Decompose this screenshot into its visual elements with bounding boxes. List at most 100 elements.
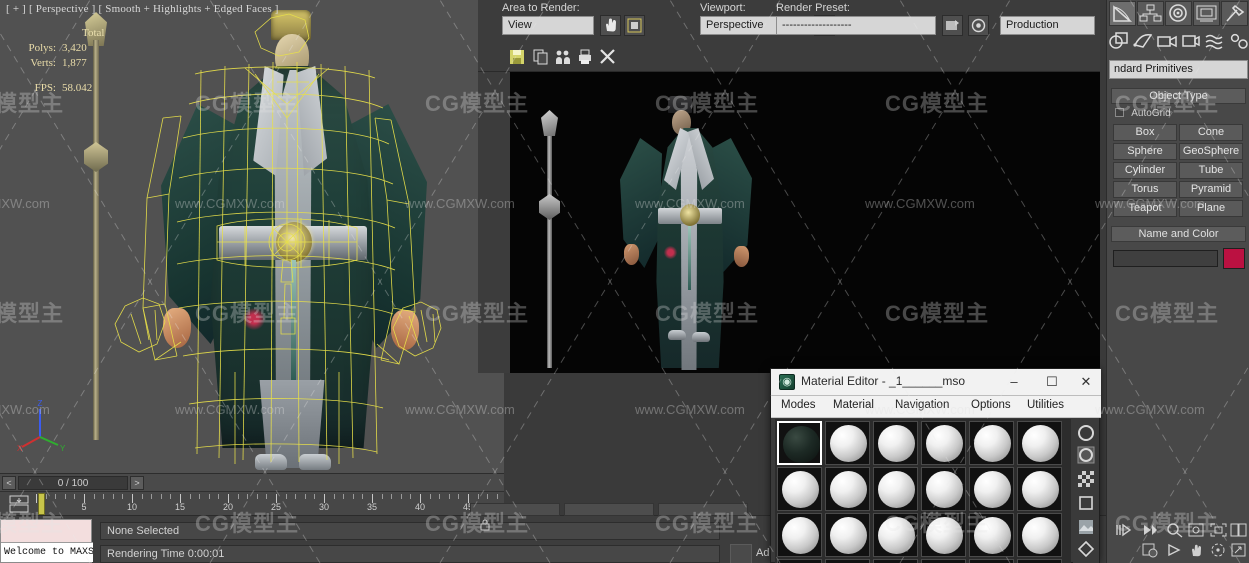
autogrid-checkbox-box[interactable] <box>1115 108 1124 117</box>
next-frame-button[interactable]: > <box>130 476 144 490</box>
get-material-icon[interactable] <box>1076 423 1096 443</box>
time-playhead[interactable] <box>38 493 45 515</box>
create-box-button[interactable]: Box <box>1113 124 1177 141</box>
arc-rotate-icon[interactable] <box>1209 542 1228 558</box>
command-panel[interactable]: ndard Primitives Object Type AutoGrid Bo… <box>1106 0 1249 563</box>
material-slot[interactable] <box>921 467 966 511</box>
open-mini-curve-editor-icon[interactable] <box>8 495 30 513</box>
rendered-image[interactable] <box>510 72 1100 373</box>
autogrid-checkbox[interactable]: AutoGrid <box>1115 108 1171 119</box>
create-teapot-button[interactable]: Teapot <box>1113 200 1177 217</box>
maxscript-mini-listener[interactable]: Welcome to MAXS <box>0 519 93 563</box>
object-color-swatch[interactable] <box>1223 248 1245 269</box>
motion-tab[interactable] <box>1193 1 1220 26</box>
prev-frame-button[interactable]: < <box>2 476 16 490</box>
time-configuration-icon[interactable] <box>1141 542 1160 558</box>
material-slot[interactable] <box>1017 559 1062 563</box>
selection-lock-icon[interactable] <box>478 518 492 532</box>
material-editor-titlebar[interactable]: ◉ Material Editor - _1______mso – ☐ ✕ <box>771 369 1101 396</box>
create-tab[interactable] <box>1109 1 1136 26</box>
time-slider-bar[interactable]: < 0 / 100 > <box>0 473 504 491</box>
menu-navigation[interactable]: Navigation <box>895 399 949 411</box>
create-category-row[interactable] <box>1107 29 1249 55</box>
show-background-icon[interactable] <box>1076 469 1096 489</box>
command-panel-tabs[interactable] <box>1107 1 1249 27</box>
create-tube-button[interactable]: Tube <box>1179 162 1243 179</box>
name-and-color-rollout-header[interactable]: Name and Color <box>1111 226 1246 242</box>
object-type-rollout-header[interactable]: Object Type <box>1111 88 1246 104</box>
object-category-dropdown[interactable]: ndard Primitives <box>1109 60 1248 79</box>
material-editor-side-toolbar[interactable] <box>1073 419 1099 563</box>
material-slot[interactable] <box>777 421 822 465</box>
material-editor-window[interactable]: ◉ Material Editor - _1______mso – ☐ ✕ Mo… <box>770 368 1101 563</box>
print-image-icon[interactable] <box>576 48 594 66</box>
material-slot[interactable] <box>777 559 822 563</box>
create-pyramid-button[interactable]: Pyramid <box>1179 181 1243 198</box>
modify-tab[interactable] <box>1137 1 1164 26</box>
make-material-preview-icon[interactable] <box>1076 493 1096 513</box>
hierarchy-tab[interactable] <box>1165 1 1192 26</box>
current-frame-field[interactable]: 0 / 100 <box>18 476 128 490</box>
material-slot[interactable] <box>969 421 1014 465</box>
perspective-viewport[interactable]: [ + ] [ Perspective ] [ Smooth + Highlig… <box>0 0 504 473</box>
auto-region-selected-button[interactable] <box>624 15 645 36</box>
material-editor-menubar[interactable]: Modes Material Navigation Options Utilit… <box>771 396 1101 418</box>
minimize-button[interactable]: – <box>999 373 1029 391</box>
coord-z-field[interactable] <box>658 503 748 516</box>
material-slot[interactable] <box>921 421 966 465</box>
add-time-tag-icon[interactable] <box>730 544 752 563</box>
material-slot[interactable] <box>873 467 918 511</box>
maximize-button[interactable]: ☐ <box>1037 373 1067 391</box>
pan-region-button[interactable] <box>600 15 621 36</box>
track-bar[interactable]: 5 10 15 20 25 30 35 40 45 <box>0 491 504 515</box>
character-model[interactable] <box>84 8 485 470</box>
frame-ruler[interactable]: 5 10 15 20 25 30 35 40 45 <box>36 492 504 515</box>
copy-image-icon[interactable] <box>532 48 550 66</box>
put-to-library-icon[interactable] <box>1076 539 1096 559</box>
render-setup-button[interactable] <box>968 15 989 36</box>
render-preset-dropdown[interactable]: ------------------- <box>776 16 936 35</box>
menu-utilities[interactable]: Utilities <box>1027 399 1064 411</box>
maxscript-line[interactable]: Welcome to MAXS <box>1 542 93 562</box>
menu-material[interactable]: Material <box>833 399 874 411</box>
material-slot[interactable] <box>825 467 870 511</box>
create-torus-button[interactable]: Torus <box>1113 181 1177 198</box>
transform-type-in[interactable] <box>470 503 750 517</box>
clear-image-icon[interactable] <box>598 47 617 66</box>
clone-image-icon[interactable] <box>554 48 572 66</box>
material-slot[interactable] <box>777 513 822 557</box>
material-slot[interactable] <box>921 513 966 557</box>
menu-options[interactable]: Options <box>971 399 1011 411</box>
pan-view-icon[interactable] <box>1187 542 1206 558</box>
assign-material-icon[interactable] <box>1076 445 1096 465</box>
play-animation-icon[interactable] <box>1115 522 1134 538</box>
save-image-icon[interactable] <box>508 48 526 66</box>
create-plane-button[interactable]: Plane <box>1179 200 1243 217</box>
material-slot[interactable] <box>873 559 918 563</box>
systems-icon[interactable] <box>1227 29 1249 53</box>
material-slot[interactable] <box>873 421 918 465</box>
material-slot-grid[interactable] <box>775 419 1071 563</box>
geometry-icon[interactable] <box>1107 29 1131 53</box>
space-warps-icon[interactable] <box>1203 29 1227 53</box>
material-slot[interactable] <box>873 513 918 557</box>
material-slot[interactable] <box>969 513 1014 557</box>
create-cylinder-button[interactable]: Cylinder <box>1113 162 1177 179</box>
area-to-render-dropdown[interactable]: View <box>502 16 594 35</box>
create-sphere-button[interactable]: Sphere <box>1113 143 1177 160</box>
create-geosphere-button[interactable]: GeoSphere <box>1179 143 1243 160</box>
material-slot[interactable] <box>969 559 1014 563</box>
material-slot[interactable] <box>825 513 870 557</box>
orbit-icon[interactable] <box>1165 542 1184 558</box>
save-preset-button[interactable] <box>942 15 963 36</box>
shapes-icon[interactable] <box>1131 29 1155 53</box>
maximize-viewport-icon[interactable] <box>1229 542 1248 558</box>
cameras-icon[interactable] <box>1155 29 1179 53</box>
zoom-icon[interactable] <box>1165 522 1184 538</box>
object-name-input[interactable] <box>1113 250 1218 267</box>
material-slot[interactable] <box>825 559 870 563</box>
material-slot[interactable] <box>1017 513 1062 557</box>
utilities-tab[interactable] <box>1221 1 1248 26</box>
render-mode-dropdown[interactable]: Production <box>1000 16 1095 35</box>
close-button[interactable]: ✕ <box>1071 373 1101 391</box>
